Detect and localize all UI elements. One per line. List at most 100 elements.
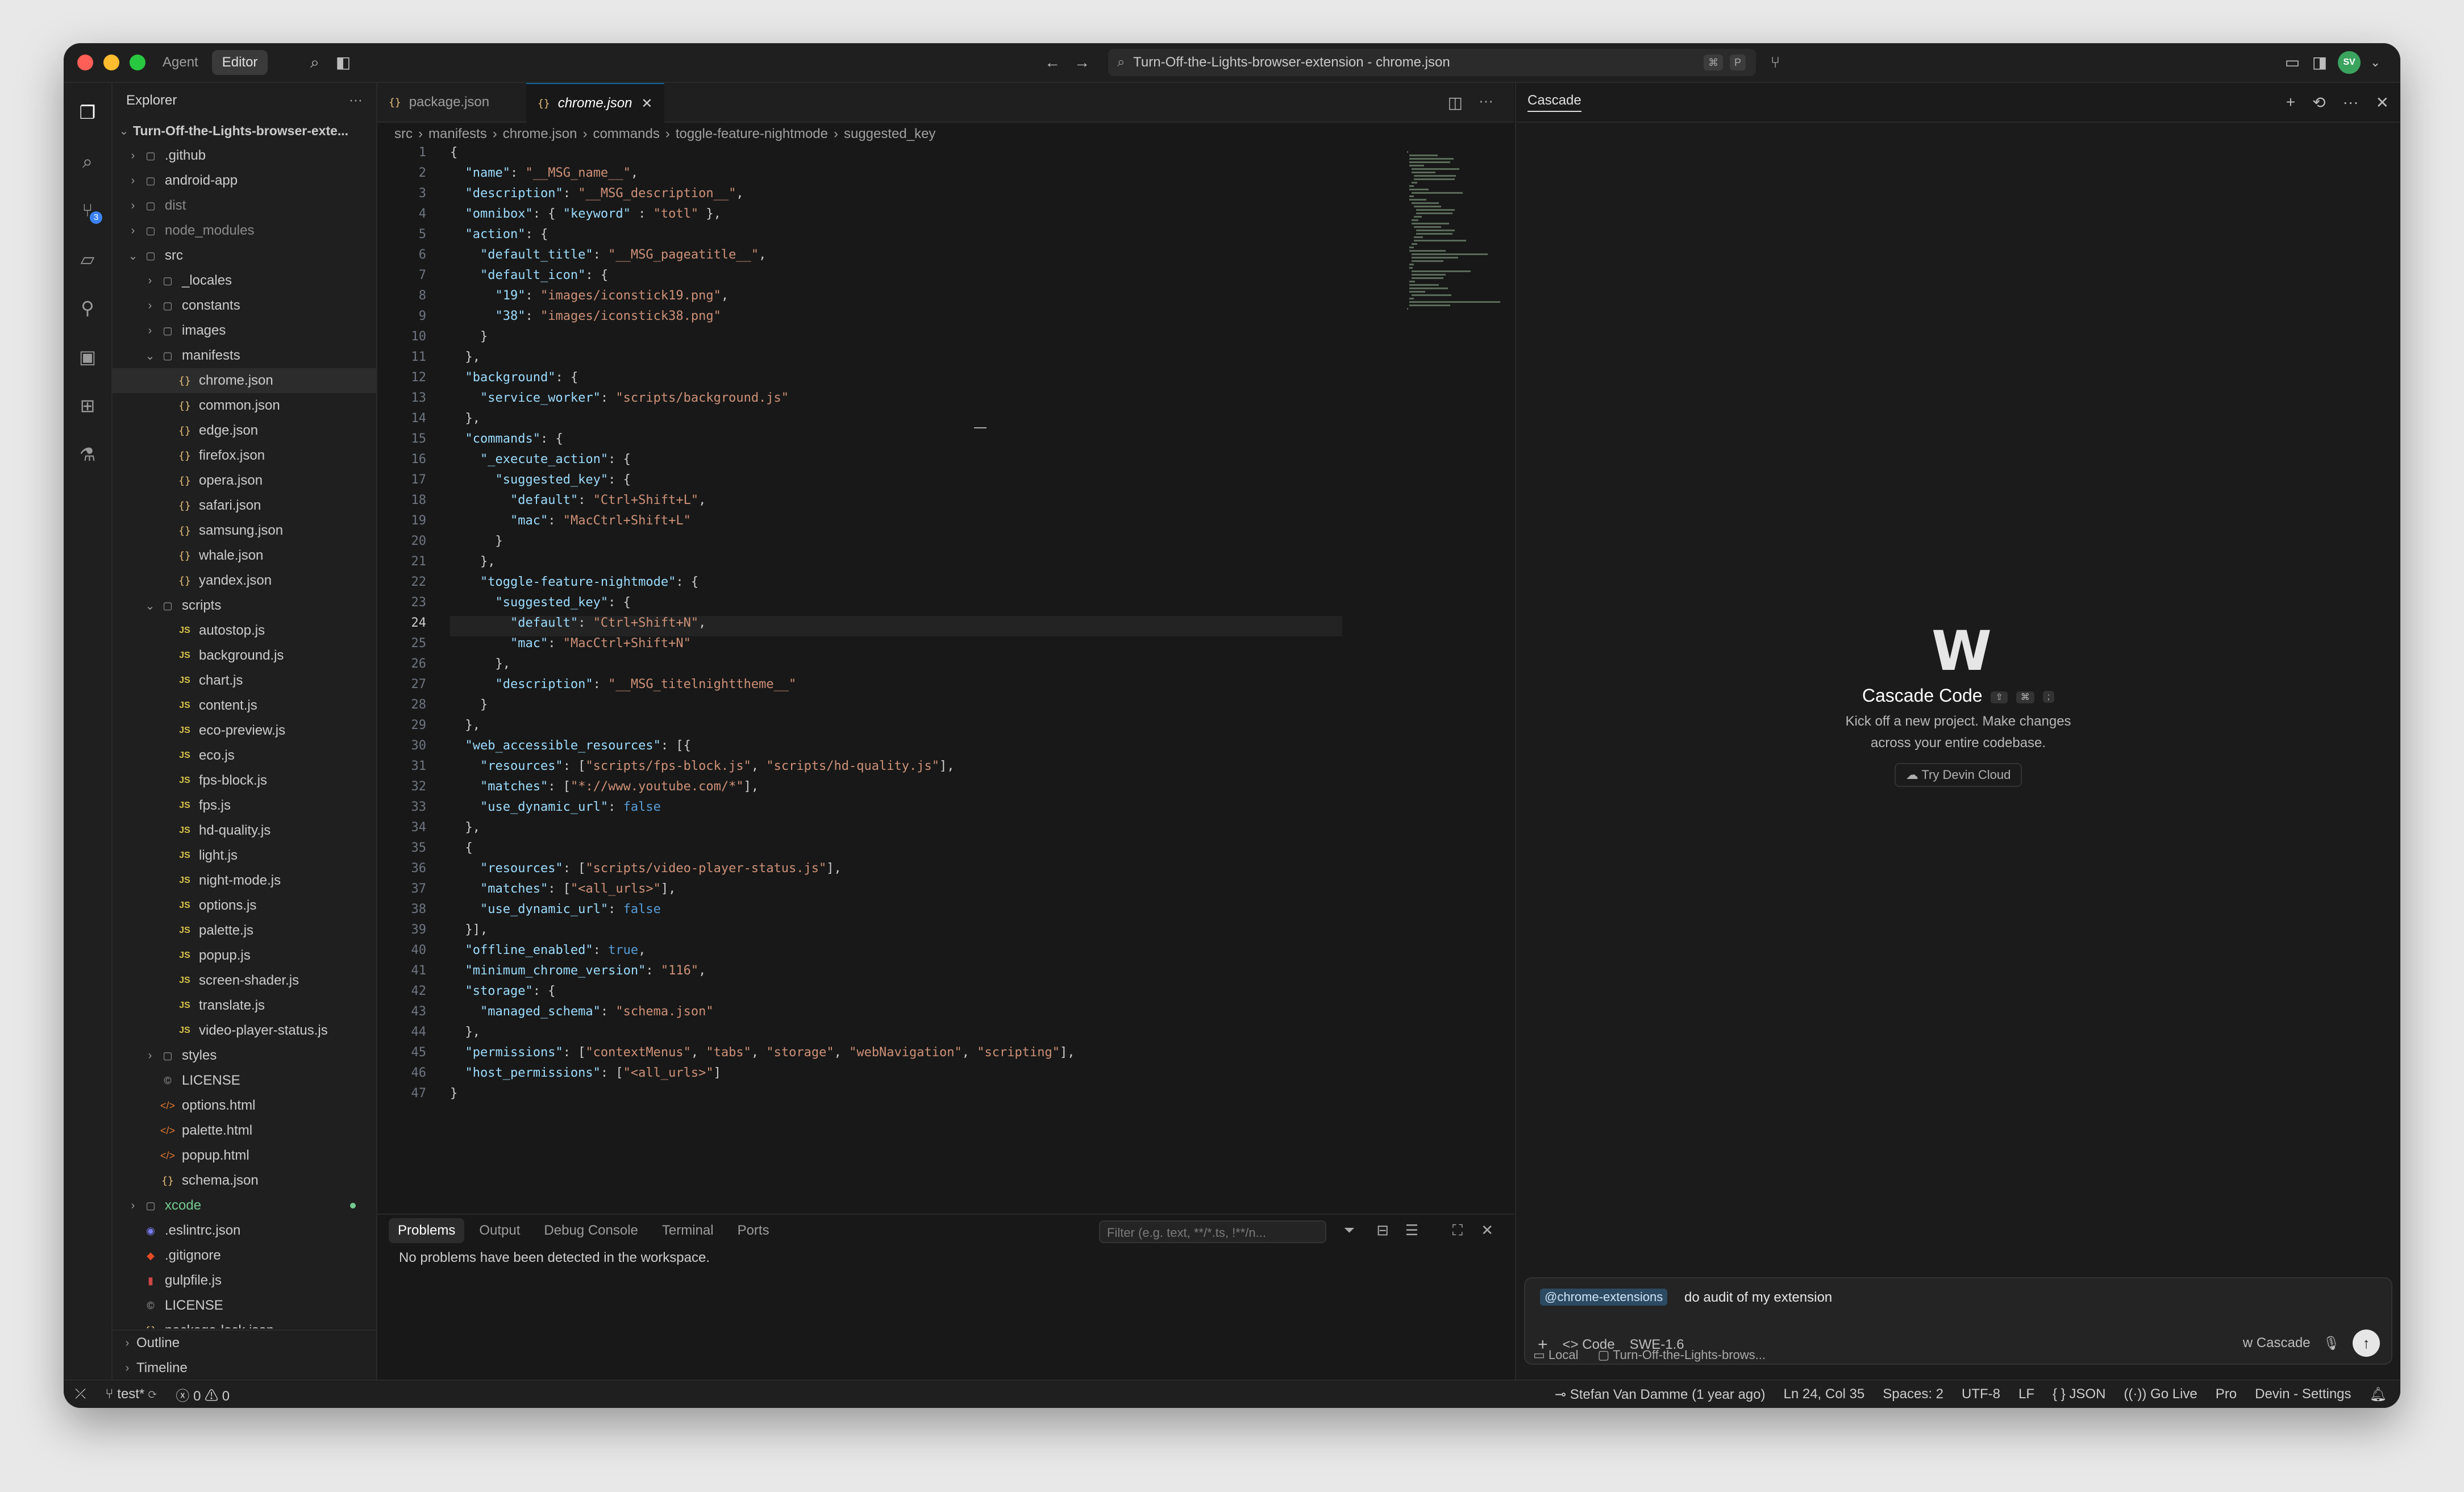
tree-file[interactable]: JS chart.js (113, 668, 376, 693)
run-debug-icon[interactable]: ⚲ (75, 295, 100, 320)
breadcrumb-item[interactable]: commands (593, 126, 659, 142)
send-button[interactable]: ↑ (2353, 1330, 2380, 1357)
source-control-graph-icon[interactable]: ⑂ (1763, 50, 1788, 75)
tree-file[interactable]: {} chrome.json (113, 368, 376, 393)
tree-file[interactable]: {} whale.json (113, 543, 376, 568)
try-devin-cloud-button[interactable]: ☁ Try Devin Cloud (1894, 763, 2022, 787)
tree-file[interactable]: {} package-lock.json (113, 1318, 376, 1328)
tab-package-json[interactable]: {} package.json (377, 83, 501, 122)
tree-file[interactable]: JS light.js (113, 843, 376, 868)
tree-folder[interactable]: › ▢ android-app (113, 168, 376, 193)
source-control-icon[interactable]: ⑂ 3 (75, 198, 102, 224)
tree-file[interactable]: </> options.html (113, 1093, 376, 1118)
chat-input[interactable]: do audit of my extension (1684, 1290, 1832, 1306)
close-panel-icon[interactable]: ✕ (1481, 1222, 1493, 1239)
remote-explorer-icon[interactable]: ▣ (75, 344, 100, 369)
files-icon[interactable]: ❐ (75, 100, 100, 125)
tree-folder[interactable]: › ▢ _locales (113, 268, 376, 293)
breadcrumb-item[interactable]: manifests (428, 126, 487, 142)
problems-indicator[interactable]: ⓧ 0 ⚠ 0 (176, 1385, 230, 1405)
tree-file[interactable]: </> palette.html (113, 1118, 376, 1143)
more-actions-icon[interactable]: ··· (2343, 93, 2359, 112)
tree-file[interactable]: ◉ .eslintrc.json (113, 1218, 376, 1243)
end-of-line[interactable]: LF (2018, 1386, 2034, 1402)
tree-folder[interactable]: › ▢ .github (113, 143, 376, 168)
avatar[interactable]: SV (2338, 51, 2361, 74)
more-actions-icon[interactable]: ··· (1479, 92, 1493, 110)
tree-file[interactable]: {} edge.json (113, 418, 376, 443)
command-center[interactable]: ⌕ Turn-Off-the-Lights-browser-extension … (1108, 49, 1756, 76)
collapse-all-icon[interactable]: ⊟ (1376, 1222, 1389, 1239)
outline-section[interactable]: › Outline (113, 1331, 376, 1356)
tree-folder[interactable]: ⌄ ▢ scripts (113, 593, 376, 618)
tree-folder[interactable]: › ▢ constants (113, 293, 376, 318)
mode-tab-agent[interactable]: Agent (152, 50, 209, 75)
new-chat-icon[interactable]: + (2286, 93, 2295, 112)
toggle-panel-icon[interactable]: ▭ (2280, 50, 2305, 75)
tree-folder[interactable]: › ▢ styles (113, 1043, 376, 1068)
tab-problems[interactable]: Problems (389, 1218, 465, 1243)
tree-file[interactable]: JS hd-quality.js (113, 818, 376, 843)
tree-file[interactable]: {} samsung.json (113, 518, 376, 543)
tree-file[interactable]: JS fps.js (113, 793, 376, 818)
history-icon[interactable]: ⟲ (2312, 93, 2325, 112)
context-mention-chip[interactable]: @chrome-extensions (1540, 1289, 1668, 1306)
devin-settings[interactable]: Devin - Settings (2255, 1386, 2351, 1402)
tree-file[interactable]: JS popup.js (113, 943, 376, 968)
cursor-position[interactable]: Ln 24, Col 35 (1783, 1386, 1864, 1402)
tree-folder[interactable]: › ▢ xcode (113, 1193, 376, 1218)
tree-file[interactable]: JS eco-preview.js (113, 718, 376, 743)
plan-indicator[interactable]: Pro (2216, 1386, 2237, 1402)
tree-file[interactable]: JS translate.js (113, 993, 376, 1018)
breadcrumb-item[interactable]: src (394, 126, 413, 142)
minimize-window-button[interactable] (103, 55, 119, 70)
tree-file[interactable]: </> popup.html (113, 1143, 376, 1168)
list-view-icon[interactable]: ☰ (1405, 1222, 1418, 1239)
tree-file[interactable]: {} yandex.json (113, 568, 376, 593)
problems-filter-input[interactable]: Filter (e.g. text, **/*.ts, !**/n... (1099, 1220, 1326, 1243)
search-icon[interactable]: ⌕ (75, 149, 100, 174)
tree-file[interactable]: © LICENSE (113, 1068, 376, 1093)
tree-file[interactable]: {} schema.json (113, 1168, 376, 1193)
tree-file[interactable]: JS screen-shader.js (113, 968, 376, 993)
tab-ports[interactable]: Ports (729, 1218, 779, 1243)
tree-file[interactable]: JS autostop.js (113, 618, 376, 643)
tree-folder[interactable]: › ▢ images (113, 318, 376, 343)
chevron-down-icon[interactable]: ⌄ (2363, 50, 2388, 75)
tree-file[interactable]: JS options.js (113, 893, 376, 918)
cascade-mode-toggle[interactable]: w Cascade (2243, 1335, 2311, 1351)
toggle-secondary-sidebar-icon[interactable]: ◨ (2307, 50, 2332, 75)
tree-file[interactable]: {} opera.json (113, 468, 376, 493)
code-editor[interactable]: 1 {2 "name": "__MSG_name__", 3 "descriptio… (377, 145, 1457, 1111)
testing-icon[interactable]: ⚗ (75, 442, 100, 467)
breadcrumb-item[interactable]: suggested_key (844, 126, 935, 142)
indentation[interactable]: Spaces: 2 (1883, 1386, 1943, 1402)
tab-debug-console[interactable]: Debug Console (535, 1218, 647, 1243)
tree-file[interactable]: JS eco.js (113, 743, 376, 768)
timeline-section[interactable]: › Timeline (113, 1356, 376, 1381)
tree-file[interactable]: ▮ gulpfile.js (113, 1268, 376, 1293)
back-arrow-icon[interactable]: ← (1040, 50, 1065, 75)
local-environment-button[interactable]: ▭ Local (1533, 1348, 1579, 1362)
tree-file[interactable]: {} safari.json (113, 493, 376, 518)
tab-chrome-json[interactable]: {} chrome.json ✕ (526, 83, 664, 123)
breadcrumb-item[interactable]: toggle-feature-nightmode (676, 126, 828, 142)
tree-folder[interactable]: › ▢ dist (113, 193, 376, 218)
tab-terminal[interactable]: Terminal (653, 1218, 723, 1243)
toggle-sidebar-icon[interactable]: ◧ (331, 50, 356, 75)
tab-output[interactable]: Output (470, 1218, 529, 1243)
tree-file[interactable]: {} common.json (113, 393, 376, 418)
more-actions-icon[interactable]: ··· (349, 93, 363, 109)
search-icon[interactable]: ⌕ (302, 50, 327, 75)
breadcrumb-item[interactable]: chrome.json (503, 126, 577, 142)
forward-arrow-icon[interactable]: → (1069, 50, 1094, 75)
close-icon[interactable]: ✕ (2376, 93, 2389, 112)
maximize-panel-icon[interactable]: ⛶ (1452, 1222, 1463, 1240)
tree-folder[interactable]: ⌄ ▢ src (113, 243, 376, 268)
tree-folder[interactable]: › ▢ node_modules (113, 218, 376, 243)
workspace-selector[interactable]: ▢ Turn-Off-the-Lights-brows... (1598, 1348, 1766, 1362)
tree-file[interactable]: JS background.js (113, 643, 376, 668)
split-editor-icon[interactable]: ◫ (1448, 93, 1463, 112)
microphone-icon[interactable]: 🎙 (2323, 1335, 2340, 1352)
tree-file[interactable]: © LICENSE (113, 1293, 376, 1318)
